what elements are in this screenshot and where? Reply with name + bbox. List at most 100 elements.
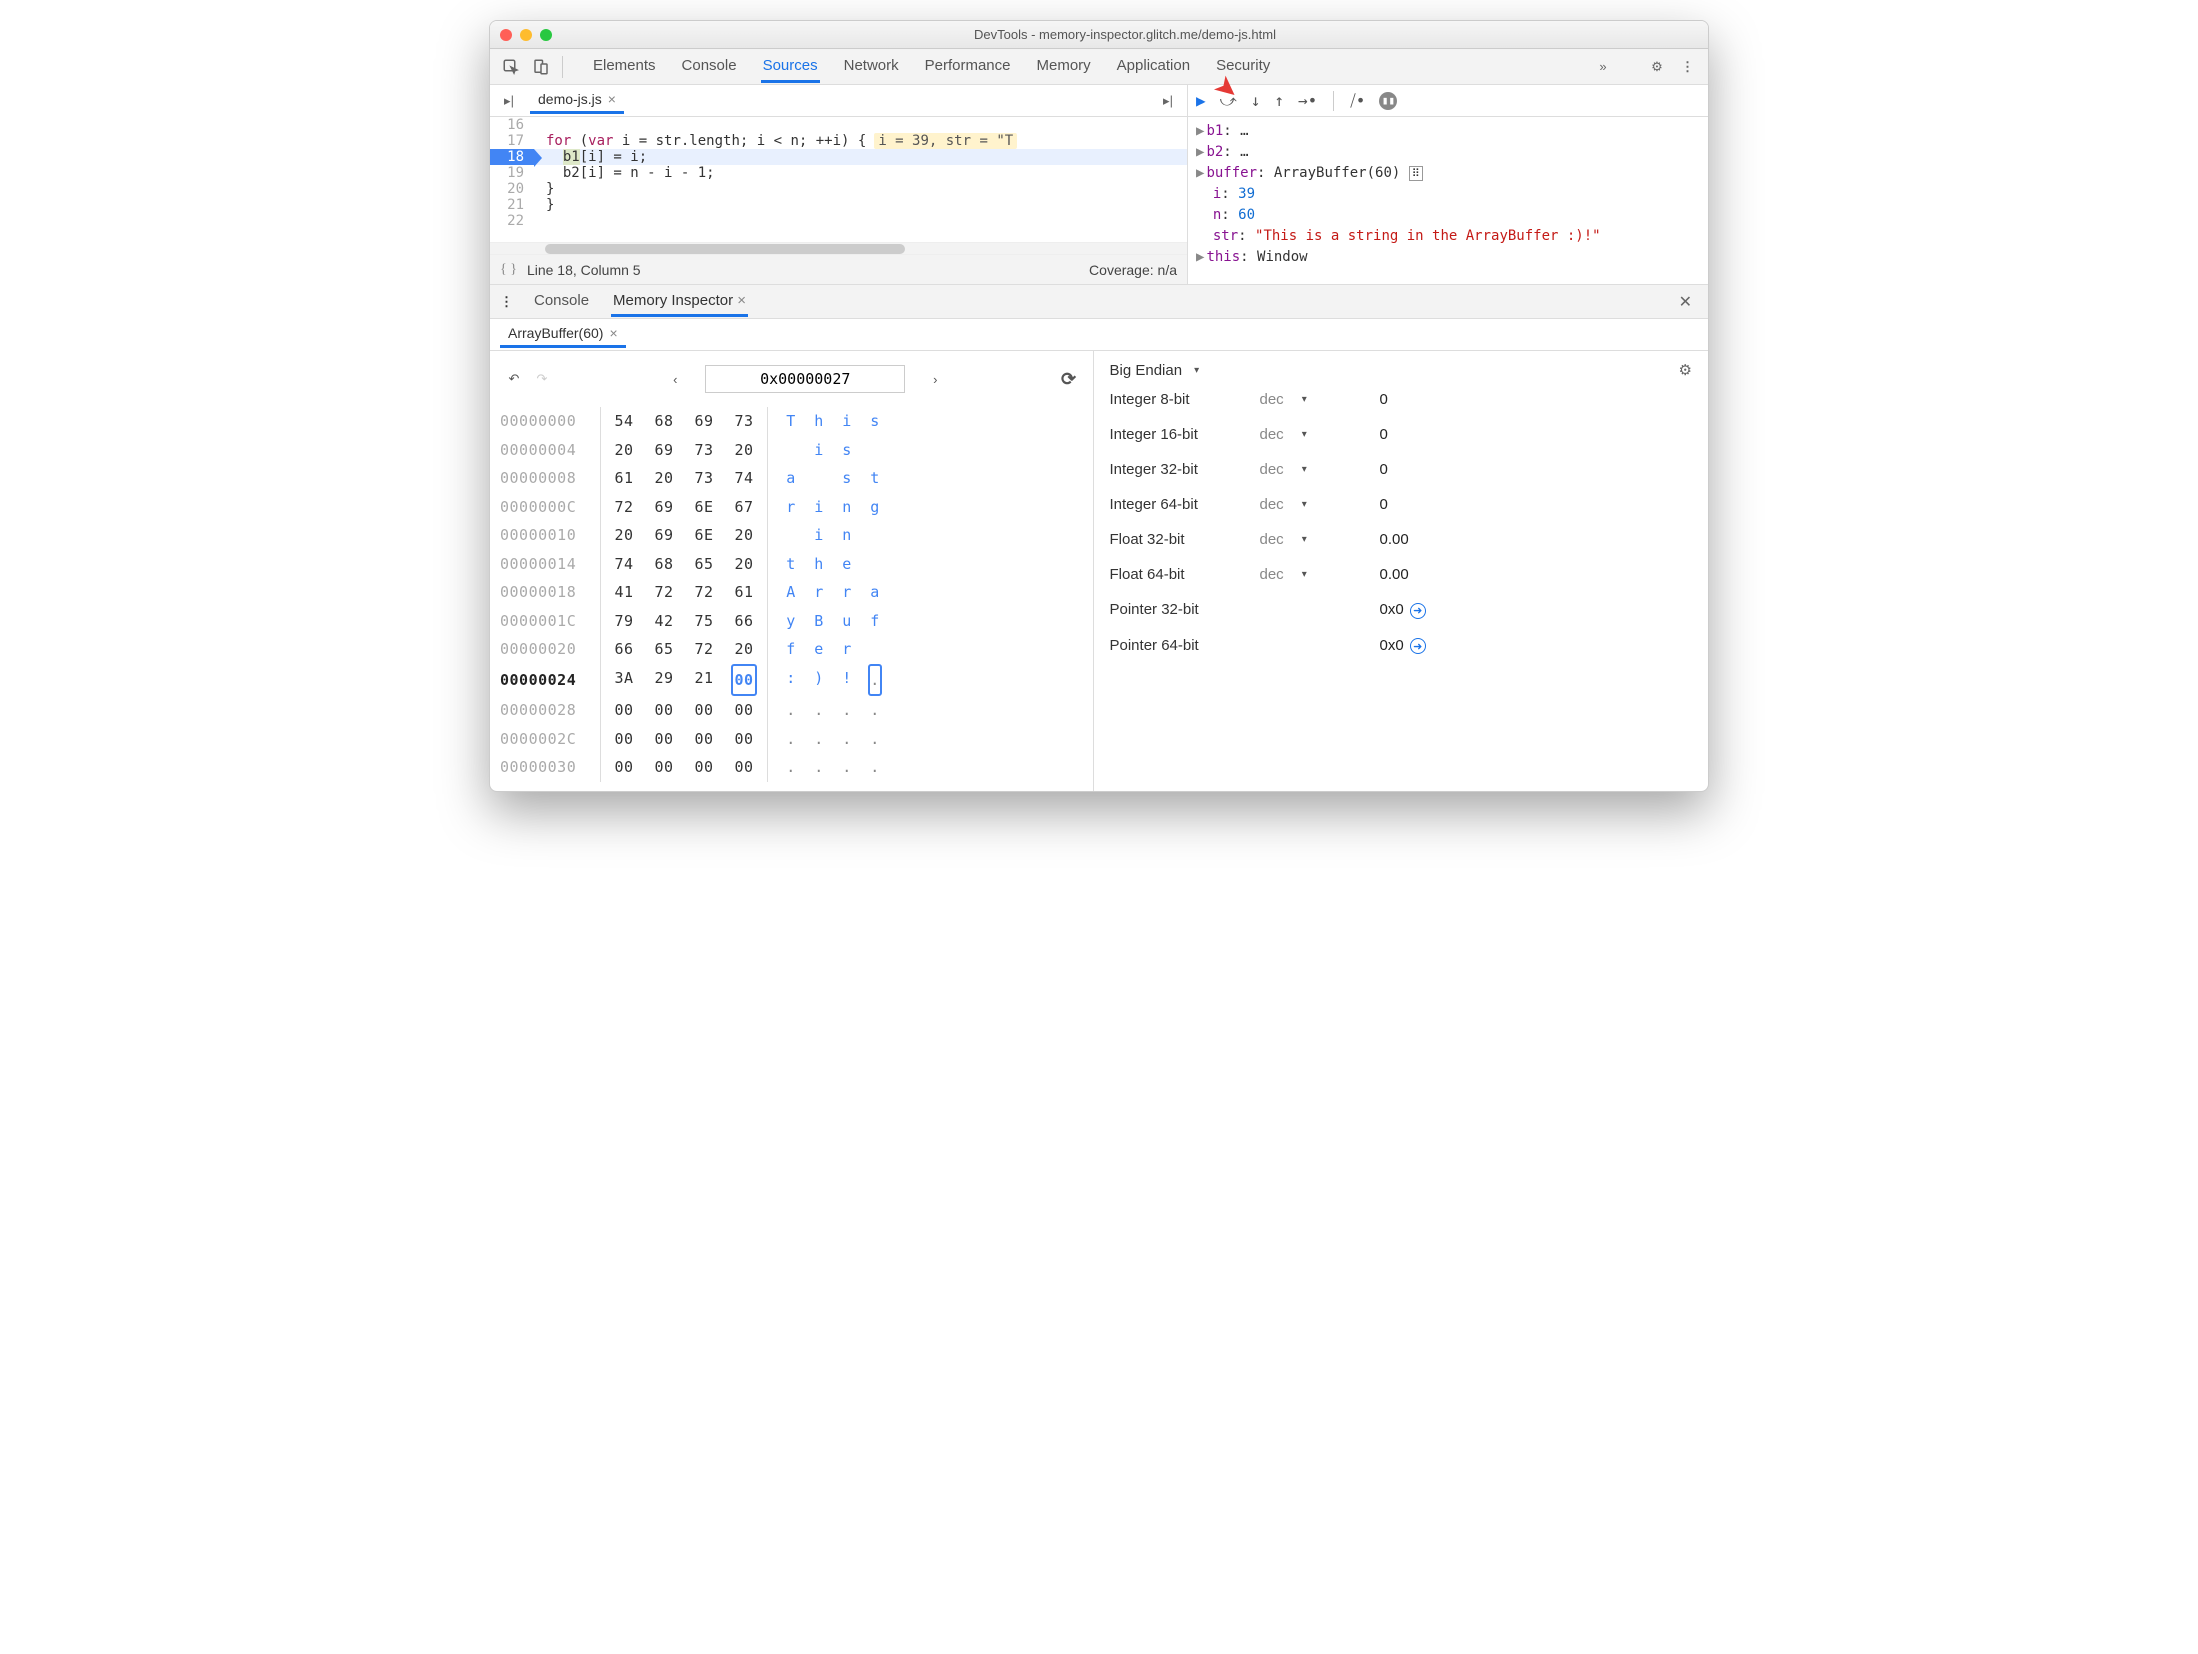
close-icon[interactable]: × (609, 325, 617, 341)
follow-pointer-icon[interactable]: ➜ (1410, 603, 1426, 619)
settings-icon[interactable]: ⚙ (1644, 54, 1670, 80)
titlebar: DevTools - memory-inspector.glitch.me/de… (490, 21, 1708, 49)
scope-variables: ▶b1: … ▶b2: … ▶buffer: ArrayBuffer(60) ⠿… (1188, 117, 1708, 284)
step-out-icon[interactable]: ↑ (1274, 91, 1284, 110)
drawer-menu-icon[interactable]: ⋮ (500, 294, 512, 310)
hex-grid[interactable]: 0000000054686973This0000000420697320 is … (500, 399, 1083, 782)
step-into-icon[interactable]: ↓ (1251, 91, 1261, 110)
tab-sources[interactable]: Sources (761, 51, 820, 83)
show-navigator-icon[interactable]: ▸| (496, 88, 522, 114)
pretty-print-icon[interactable]: { } (500, 262, 517, 278)
close-window-icon[interactable] (500, 29, 512, 41)
history-forward-icon[interactable]: ↷ (530, 371, 554, 387)
endian-select[interactable]: Big Endian▾ (1110, 362, 1200, 379)
follow-pointer-icon[interactable]: ➜ (1410, 638, 1426, 654)
code-editor[interactable]: 1617for (var i = str.length; i < n; ++i)… (490, 117, 1187, 242)
file-tabs: ▸| demo-js.js × ▸| (490, 85, 1187, 117)
drawer-tabs: ⋮ Console Memory Inspector × ✕ (490, 285, 1708, 319)
value-row: Float 32-bitdec▾0.00 (1110, 531, 1693, 548)
tab-performance[interactable]: Performance (923, 51, 1013, 83)
value-value: 0 (1380, 391, 1388, 408)
value-value: 0x0➜ (1380, 601, 1426, 619)
value-label: Integer 32-bit (1110, 461, 1260, 478)
value-mode-select[interactable]: dec▾ (1260, 426, 1380, 443)
scope-var[interactable]: ▶b2: … (1196, 142, 1700, 163)
value-mode-select[interactable]: dec▾ (1260, 531, 1380, 548)
scope-var: str: "This is a string in the ArrayBuffe… (1196, 226, 1700, 247)
refresh-icon[interactable]: ⟳ (1057, 369, 1081, 390)
tab-elements[interactable]: Elements (591, 51, 658, 83)
address-input[interactable] (705, 365, 905, 393)
value-mode-select[interactable]: dec▾ (1260, 461, 1380, 478)
value-value: 0.00 (1380, 531, 1409, 548)
scope-var[interactable]: ▶this: Window (1196, 247, 1700, 268)
coverage-status: Coverage: n/a (1089, 262, 1177, 278)
more-tabs-icon[interactable]: » (1590, 54, 1616, 80)
value-label: Integer 8-bit (1110, 391, 1260, 408)
traffic-lights (500, 29, 552, 41)
menu-icon[interactable]: ⋮ (1674, 54, 1700, 80)
value-label: Integer 16-bit (1110, 426, 1260, 443)
horizontal-scrollbar[interactable] (490, 242, 1187, 254)
history-back-icon[interactable]: ↶ (502, 371, 526, 387)
step-over-icon[interactable]: ⤻ (1220, 91, 1237, 111)
value-mode-select[interactable]: dec▾ (1260, 566, 1380, 583)
tab-application[interactable]: Application (1115, 51, 1192, 83)
file-name: demo-js.js (538, 91, 602, 107)
tab-security[interactable]: Security (1214, 51, 1272, 83)
device-toggle-icon[interactable] (528, 54, 554, 80)
deactivate-breakpoints-icon[interactable]: ⧸• (1350, 91, 1365, 111)
status-bar: { } Line 18, Column 5 Coverage: n/a (490, 254, 1187, 284)
step-icon[interactable]: →• (1298, 91, 1317, 110)
next-page-icon[interactable]: › (923, 372, 947, 387)
main-toolbar: Elements Console Sources Network Performance… (490, 49, 1708, 85)
debugger-toolbar: ➤ ▶ ⤻ ↓ ↑ →• ⧸• ▮▮ (1188, 85, 1708, 117)
close-icon[interactable]: × (608, 91, 616, 107)
values-panel: Big Endian▾ ⚙ Integer 8-bitdec▾0Integer … (1094, 351, 1709, 791)
cursor-position: Line 18, Column 5 (527, 262, 641, 278)
run-snippet-icon[interactable]: ▸| (1155, 88, 1181, 114)
tab-network[interactable]: Network (842, 51, 901, 83)
file-tab[interactable]: demo-js.js × (530, 87, 624, 114)
split-main: ▸| demo-js.js × ▸| 1617for (var i = str.… (490, 85, 1708, 285)
close-drawer-icon[interactable]: ✕ (1679, 292, 1698, 312)
drawer-tab-console[interactable]: Console (532, 287, 591, 317)
nav-row: ↶ ↷ ‹ › ⟳ (500, 359, 1083, 399)
value-row: Float 64-bitdec▾0.00 (1110, 566, 1693, 583)
scope-var[interactable]: ▶buffer: ArrayBuffer(60) ⠿ (1196, 163, 1700, 184)
inspect-element-icon[interactable] (498, 54, 524, 80)
value-mode-select[interactable]: dec▾ (1260, 391, 1380, 408)
value-value: 0 (1380, 496, 1388, 513)
value-label: Pointer 64-bit (1110, 637, 1260, 654)
value-label: Float 32-bit (1110, 531, 1260, 548)
minimize-window-icon[interactable] (520, 29, 532, 41)
mi-tabs: ArrayBuffer(60) × (490, 319, 1708, 351)
value-value: 0 (1380, 461, 1388, 478)
value-row: Integer 32-bitdec▾0 (1110, 461, 1693, 478)
value-value: 0.00 (1380, 566, 1409, 583)
value-value: 0x0➜ (1380, 637, 1426, 655)
editor-pane: ▸| demo-js.js × ▸| 1617for (var i = str.… (490, 85, 1188, 284)
scope-var[interactable]: ▶b1: … (1196, 121, 1700, 142)
tab-memory[interactable]: Memory (1035, 51, 1093, 83)
value-value: 0 (1380, 426, 1388, 443)
hex-panel: ↶ ↷ ‹ › ⟳ 0000000054686973This0000000420… (490, 351, 1094, 791)
scope-var: i: 39 (1196, 184, 1700, 205)
value-row: Integer 16-bitdec▾0 (1110, 426, 1693, 443)
debugger-pane: ➤ ▶ ⤻ ↓ ↑ →• ⧸• ▮▮ ▶b1: … ▶b2: … ▶buffer… (1188, 85, 1708, 284)
value-label: Integer 64-bit (1110, 496, 1260, 513)
value-label: Float 64-bit (1110, 566, 1260, 583)
zoom-window-icon[interactable] (540, 29, 552, 41)
memory-inspector-body: ↶ ↷ ‹ › ⟳ 0000000054686973This0000000420… (490, 351, 1708, 791)
value-row: Integer 8-bitdec▾0 (1110, 391, 1693, 408)
reveal-in-memory-icon[interactable]: ⠿ (1409, 166, 1423, 181)
drawer-tab-memory-inspector[interactable]: Memory Inspector × (611, 287, 748, 317)
tab-console[interactable]: Console (680, 51, 739, 83)
value-mode-select[interactable]: dec▾ (1260, 496, 1380, 513)
resume-icon[interactable]: ▶ (1196, 91, 1206, 110)
pause-exceptions-icon[interactable]: ▮▮ (1379, 92, 1397, 110)
close-icon[interactable]: × (737, 292, 746, 309)
prev-page-icon[interactable]: ‹ (663, 372, 687, 387)
mi-buffer-tab[interactable]: ArrayBuffer(60) × (500, 321, 626, 348)
value-settings-icon[interactable]: ⚙ (1679, 361, 1692, 379)
